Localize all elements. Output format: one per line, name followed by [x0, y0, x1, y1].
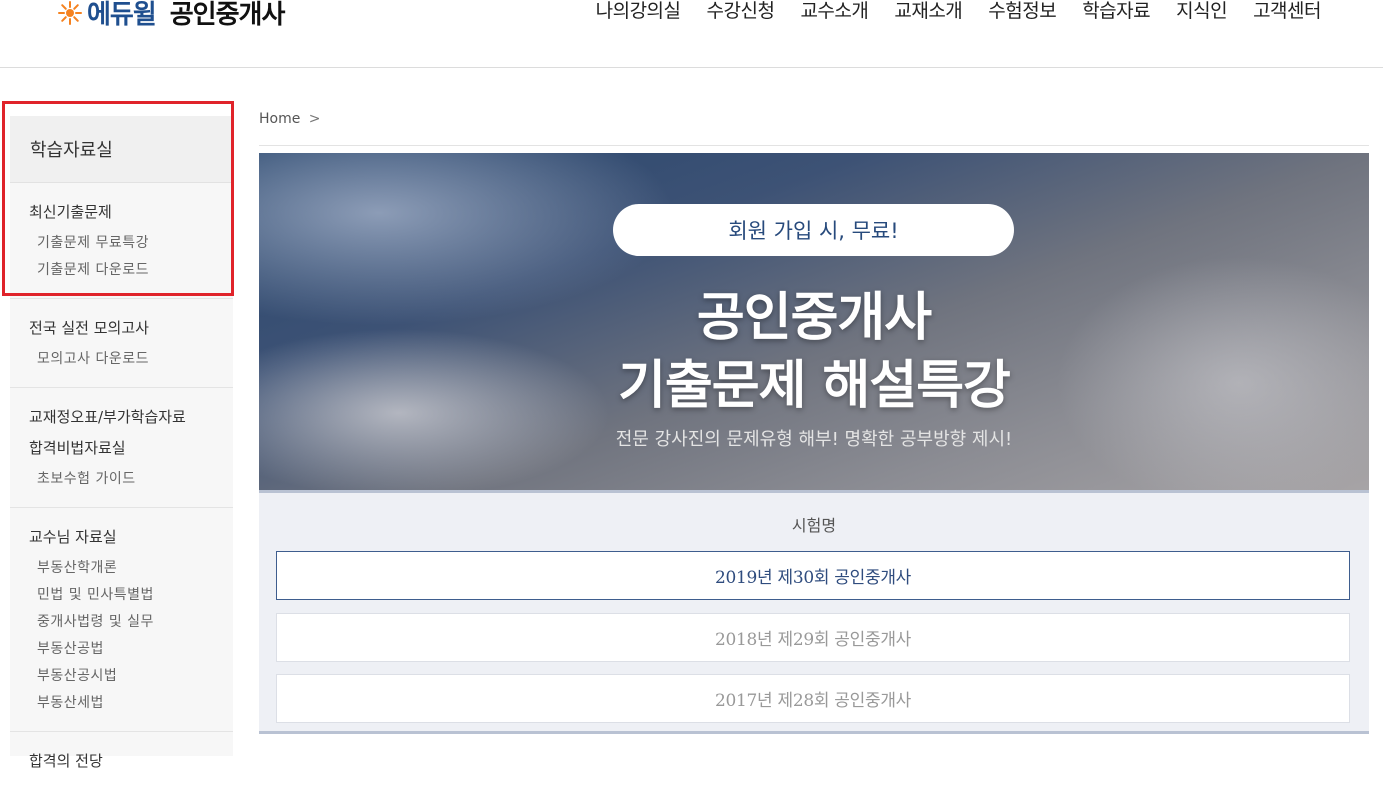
sidebar-subitem-registration-law[interactable]: 부동산공시법	[37, 665, 233, 685]
nav-course-registration[interactable]: 수강신청	[707, 0, 775, 23]
sidebar-group-hall-of-fame: 합격의 전당	[10, 732, 233, 793]
sidebar-item-professor-materials[interactable]: 교수님 자료실	[29, 526, 233, 547]
sidebar-item-pass-tips[interactable]: 합격비법자료실	[29, 437, 233, 458]
sidebar-subitem-public-law[interactable]: 부동산공법	[37, 638, 233, 658]
sidebar-group-mock-exam: 전국 실전 모의고사 모의고사 다운로드	[10, 299, 233, 388]
sidebar-subitem-beginner-guide[interactable]: 초보수험 가이드	[37, 468, 233, 488]
nav-study-materials[interactable]: 학습자료	[1082, 0, 1150, 23]
banner-title-line2: 기출문제 해설특강	[618, 356, 1011, 416]
sidebar-subitem-mock-download[interactable]: 모의고사 다운로드	[37, 348, 233, 368]
sidebar-subitem-real-estate-intro[interactable]: 부동산학개론	[37, 557, 233, 577]
sidebar-item-hall-of-fame[interactable]: 합격의 전당	[29, 750, 233, 771]
sun-logo-icon	[58, 0, 82, 25]
logo-brand: 에듀윌	[87, 0, 157, 30]
sidebar-subitem-brokerage-law[interactable]: 중개사법령 및 실무	[37, 611, 233, 631]
sidebar-item-errata[interactable]: 교재정오표/부가학습자료	[29, 406, 233, 427]
exam-list: 시험명 2019년 제30회 공인중개사 2018년 제29회 공인중개사 20…	[259, 490, 1369, 734]
breadcrumb: Home >	[259, 111, 321, 127]
main-nav: 나의강의실 수강신청 교수소개 교재소개 수험정보 학습자료 지식인 고객센터	[596, 0, 1322, 23]
free-badge: 회원 가입 시, 무료!	[613, 204, 1014, 256]
sidebar-title: 학습자료실	[10, 116, 233, 183]
banner-subtitle: 전문 강사진의 문제유형 해부! 명확한 공부방향 제시!	[615, 429, 1013, 450]
exam-item-2019[interactable]: 2019년 제30회 공인중개사	[276, 551, 1350, 600]
nav-exam-info[interactable]: 수험정보	[988, 0, 1056, 23]
sidebar-subitem-tax-law[interactable]: 부동산세법	[37, 692, 233, 712]
sidebar-item-mock-exam[interactable]: 전국 실전 모의고사	[29, 317, 233, 338]
logo[interactable]: 에듀윌 공인중개사	[57, 0, 286, 31]
logo-title: 공인중개사	[169, 0, 286, 30]
sidebar-subitem-free-lecture[interactable]: 기출문제 무료특강	[37, 232, 233, 252]
sidebar-group-professor-materials: 교수님 자료실 부동산학개론 민법 및 민사특별법 중개사법령 및 실무 부동산…	[10, 508, 233, 732]
nav-customer-center[interactable]: 고객센터	[1253, 0, 1321, 23]
sidebar: 학습자료실 최신기출문제 기출문제 무료특강 기출문제 다운로드 전국 실전 모…	[10, 116, 233, 770]
divider	[259, 145, 1369, 146]
sidebar-group-latest-exams: 최신기출문제 기출문제 무료특강 기출문제 다운로드	[10, 183, 233, 299]
nav-professors[interactable]: 교수소개	[800, 0, 868, 23]
exam-item-2017[interactable]: 2017년 제28회 공인중개사	[276, 674, 1350, 723]
exam-item-2018[interactable]: 2018년 제29회 공인중개사	[276, 613, 1350, 662]
exam-list-header: 시험명	[791, 516, 837, 535]
breadcrumb-home[interactable]: Home	[259, 111, 300, 127]
site-header: 에듀윌 공인중개사 나의강의실 수강신청 교수소개 교재소개 수험정보 학습자료…	[0, 0, 1383, 68]
sidebar-subitem-civil-law[interactable]: 민법 및 민사특별법	[37, 584, 233, 604]
nav-knowledge-qna[interactable]: 지식인	[1176, 0, 1227, 23]
sidebar-item-latest-exams[interactable]: 최신기출문제	[29, 201, 233, 222]
chevron-right-icon: >	[308, 111, 321, 127]
banner-title-line1: 공인중개사	[696, 288, 932, 348]
nav-textbooks[interactable]: 교재소개	[894, 0, 962, 23]
sidebar-group-errata: 교재정오표/부가학습자료 합격비법자료실 초보수험 가이드	[10, 388, 233, 508]
nav-my-classroom[interactable]: 나의강의실	[596, 0, 681, 23]
hero-banner: 회원 가입 시, 무료! 공인중개사 기출문제 해설특강 전문 강사진의 문제유…	[259, 153, 1369, 490]
sidebar-subitem-exam-download[interactable]: 기출문제 다운로드	[37, 259, 233, 279]
